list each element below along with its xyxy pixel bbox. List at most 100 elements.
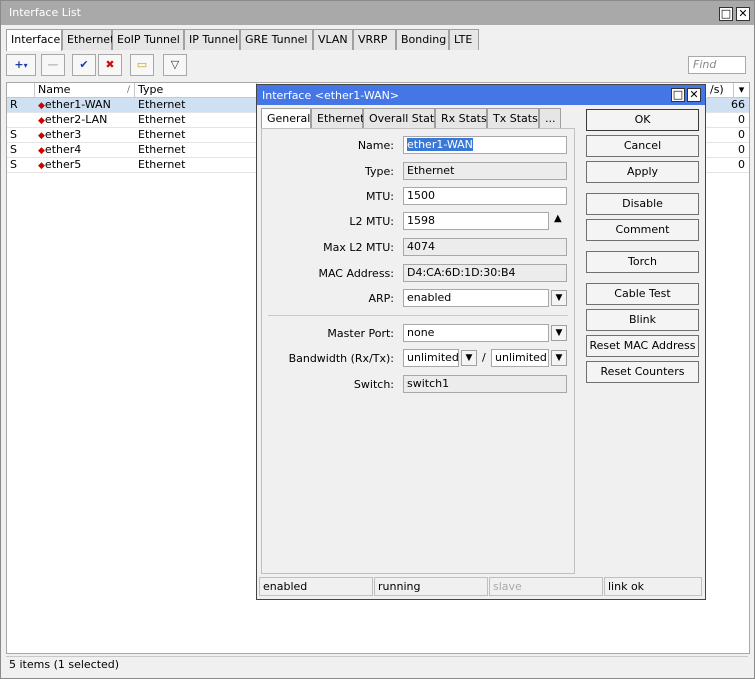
interface-icon: ◆: [38, 131, 45, 141]
general-panel: Name: ether1-WAN Type: Ethernet MTU: 150…: [261, 128, 575, 574]
cancel-button[interactable]: Cancel: [586, 135, 699, 157]
divider: [268, 315, 568, 316]
row-type: Ethernet: [138, 98, 186, 111]
find-input[interactable]: Find: [688, 56, 746, 74]
tab-eoip-tunnel[interactable]: EoIP Tunnel: [112, 29, 184, 50]
interface-icon: ◆: [38, 116, 45, 126]
tab-gre-tunnel[interactable]: GRE Tunnel: [240, 29, 313, 50]
disable-button[interactable]: ✖: [98, 54, 122, 76]
collapse-up-icon[interactable]: ▲: [554, 213, 562, 224]
status-bar: 5 items (1 selected): [6, 656, 748, 674]
bandwidth-label: Bandwidth (Rx/Tx):: [288, 352, 394, 365]
status-running: running: [374, 577, 488, 596]
tab-interface[interactable]: Interface: [6, 29, 62, 51]
row-type: Ethernet: [138, 128, 186, 141]
row-type: Ethernet: [138, 158, 186, 171]
tab-overall-stats[interactable]: Overall Stats: [363, 108, 440, 128]
add-button[interactable]: +▾: [6, 54, 36, 76]
comment-button[interactable]: ▭: [130, 54, 154, 76]
bandwidth-rx-select[interactable]: unlimited: [403, 349, 459, 367]
dropdown-icon[interactable]: ▼: [551, 325, 567, 341]
cable-test-button[interactable]: Cable Test: [586, 283, 699, 305]
switch-field: switch1: [403, 375, 567, 393]
tab-tx-stats[interactable]: Tx Stats: [487, 108, 539, 128]
tab-vlan[interactable]: VLAN: [313, 29, 353, 50]
row-name: ◆ether3: [38, 128, 82, 141]
dropdown-icon[interactable]: ▼: [551, 350, 567, 366]
torch-button[interactable]: Torch: [586, 251, 699, 273]
tab-ethernet[interactable]: Ethernet: [311, 108, 364, 128]
col-flag-header[interactable]: [7, 83, 35, 98]
arp-label: ARP:: [368, 292, 394, 305]
status-slave: slave: [489, 577, 603, 596]
dropdown-icon[interactable]: ▼: [461, 350, 477, 366]
l2mtu-field[interactable]: 1598: [403, 212, 549, 230]
enable-button[interactable]: ✔: [72, 54, 96, 76]
row-type: Ethernet: [138, 143, 186, 156]
row-flag: [7, 113, 35, 128]
window-titlebar[interactable]: Interface List □ ✕: [1, 1, 754, 25]
mtu-field[interactable]: 1500: [403, 187, 567, 205]
switch-label: Switch:: [353, 378, 394, 391]
close-icon[interactable]: ✕: [687, 88, 701, 102]
reset-counters-button[interactable]: Reset Counters: [586, 361, 699, 383]
tab-rx-stats[interactable]: Rx Stats: [435, 108, 487, 128]
tab-general[interactable]: General: [261, 108, 311, 129]
dialog-status-bar: enabled running slave link ok: [259, 577, 703, 597]
maximize-icon[interactable]: □: [719, 7, 733, 21]
remove-button[interactable]: —: [41, 54, 65, 76]
filter-button[interactable]: ▽: [163, 54, 187, 76]
row-rate: 0: [738, 158, 745, 171]
name-field[interactable]: ether1-WAN: [403, 136, 567, 154]
window-title: Interface List: [9, 6, 81, 19]
row-flag: S: [10, 158, 17, 171]
max-l2mtu-field: 4074: [403, 238, 567, 256]
row-flag: R: [10, 98, 18, 111]
master-port-label: Master Port:: [327, 327, 394, 340]
row-rate: 0: [738, 128, 745, 141]
dialog-titlebar[interactable]: Interface <ether1-WAN> □ ✕: [257, 85, 705, 105]
bandwidth-separator: /: [482, 351, 486, 364]
arp-select[interactable]: enabled: [403, 289, 549, 307]
type-label: Type:: [365, 165, 394, 178]
close-icon[interactable]: ✕: [736, 7, 750, 21]
plus-icon: +: [14, 58, 24, 71]
column-menu-icon[interactable]: ▾: [734, 83, 749, 98]
check-icon: ✔: [79, 58, 89, 71]
interface-icon: ◆: [38, 146, 45, 156]
col-type-header[interactable]: Type: [135, 83, 257, 98]
disable-button[interactable]: Disable: [586, 193, 699, 215]
tab-more[interactable]: ...: [539, 108, 561, 128]
row-flag: S: [10, 143, 17, 156]
max-l2mtu-label: Max L2 MTU:: [323, 241, 394, 254]
mac-address-field: D4:CA:6D:1D:30:B4: [403, 264, 567, 282]
sort-icon: /: [126, 85, 130, 95]
ok-button[interactable]: OK: [586, 109, 699, 131]
tab-ethernet[interactable]: Ethernet: [62, 29, 114, 50]
master-port-select[interactable]: none: [403, 324, 549, 342]
row-flag: S: [10, 128, 17, 141]
blink-button[interactable]: Blink: [586, 309, 699, 331]
tab-bonding[interactable]: Bonding: [396, 29, 449, 50]
reset-mac-address-button[interactable]: Reset MAC Address: [586, 335, 699, 357]
tab-lte[interactable]: LTE: [449, 29, 479, 50]
row-rate: 0: [738, 113, 745, 126]
col-rate-header[interactable]: /s): [707, 83, 734, 98]
row-rate: 0: [738, 143, 745, 156]
type-field: Ethernet: [403, 162, 567, 180]
mtu-label: MTU:: [366, 190, 394, 203]
apply-button[interactable]: Apply: [586, 161, 699, 183]
maximize-icon[interactable]: □: [671, 88, 685, 102]
col-name-header[interactable]: Name /: [35, 83, 135, 98]
dialog-title: Interface <ether1-WAN>: [262, 89, 400, 102]
tab-ip-tunnel[interactable]: IP Tunnel: [184, 29, 240, 50]
tab-vrrp[interactable]: VRRP: [353, 29, 396, 50]
row-type: Ethernet: [138, 113, 186, 126]
bandwidth-tx-select[interactable]: unlimited: [491, 349, 549, 367]
row-name: ◆ether1-WAN: [38, 98, 111, 111]
interface-icon: ◆: [38, 101, 45, 111]
comment-button[interactable]: Comment: [586, 219, 699, 241]
interface-icon: ◆: [38, 161, 45, 171]
dropdown-icon[interactable]: ▼: [551, 290, 567, 306]
item-count: 5 items (1 selected): [9, 658, 120, 671]
